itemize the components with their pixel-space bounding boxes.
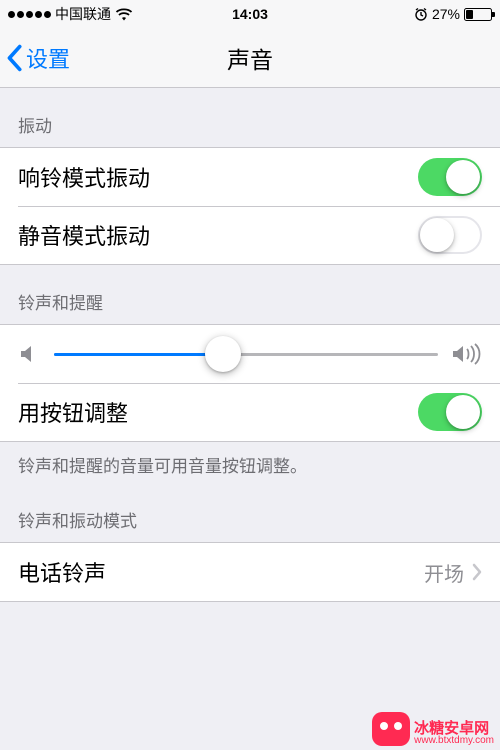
wifi-icon <box>115 7 133 21</box>
battery-pct-label: 27% <box>432 6 460 22</box>
watermark-logo-icon <box>372 712 410 746</box>
toggle-change-with-buttons[interactable] <box>418 393 482 431</box>
status-time: 14:03 <box>169 6 330 22</box>
toggle-ring-vibrate[interactable] <box>418 158 482 196</box>
watermark-name: 冰糖安卓网 <box>414 721 494 736</box>
chevron-right-icon <box>472 563 482 581</box>
toggle-silent-vibrate[interactable] <box>418 216 482 254</box>
signal-strength-icon <box>8 11 51 18</box>
cell-ring-vibrate: 响铃模式振动 <box>0 148 500 206</box>
section-footer-ringer: 铃声和提醒的音量可用音量按钮调整。 <box>0 442 500 483</box>
cell-label: 响铃模式振动 <box>18 161 418 193</box>
carrier-label: 中国联通 <box>55 4 111 24</box>
cell-group-vibrate: 响铃模式振动 静音模式振动 <box>0 147 500 265</box>
back-label: 设置 <box>26 42 70 74</box>
back-button[interactable]: 设置 <box>0 42 70 74</box>
cell-label: 电话铃声 <box>18 556 424 588</box>
cell-label: 静音模式振动 <box>18 219 418 251</box>
page-title: 声音 <box>0 41 500 75</box>
slider-thumb[interactable] <box>205 336 241 372</box>
cell-silent-vibrate: 静音模式振动 <box>0 206 500 264</box>
section-header-patterns: 铃声和振动模式 <box>0 483 500 542</box>
alarm-icon <box>414 7 428 21</box>
cell-label: 用按钮调整 <box>18 396 418 428</box>
cell-change-with-buttons: 用按钮调整 <box>0 383 500 441</box>
cell-value: 开场 <box>424 558 464 587</box>
cell-group-ringer: 用按钮调整 <box>0 324 500 442</box>
volume-low-icon <box>18 343 40 365</box>
status-bar: 中国联通 14:03 27% <box>0 0 500 28</box>
battery-icon <box>464 8 492 21</box>
watermark: 冰糖安卓网 www.btxtdmy.com <box>372 712 494 746</box>
watermark-url: www.btxtdmy.com <box>414 736 494 746</box>
cell-ringtone[interactable]: 电话铃声 开场 <box>0 543 500 601</box>
nav-bar: 设置 声音 <box>0 28 500 88</box>
cell-volume-slider <box>0 325 500 383</box>
section-header-vibrate: 振动 <box>0 88 500 147</box>
chevron-left-icon <box>6 44 22 72</box>
volume-slider[interactable] <box>54 353 438 356</box>
cell-group-patterns: 电话铃声 开场 <box>0 542 500 602</box>
status-right: 27% <box>331 6 492 22</box>
volume-high-icon <box>452 343 482 365</box>
status-left: 中国联通 <box>8 4 169 24</box>
section-header-ringer: 铃声和提醒 <box>0 265 500 324</box>
